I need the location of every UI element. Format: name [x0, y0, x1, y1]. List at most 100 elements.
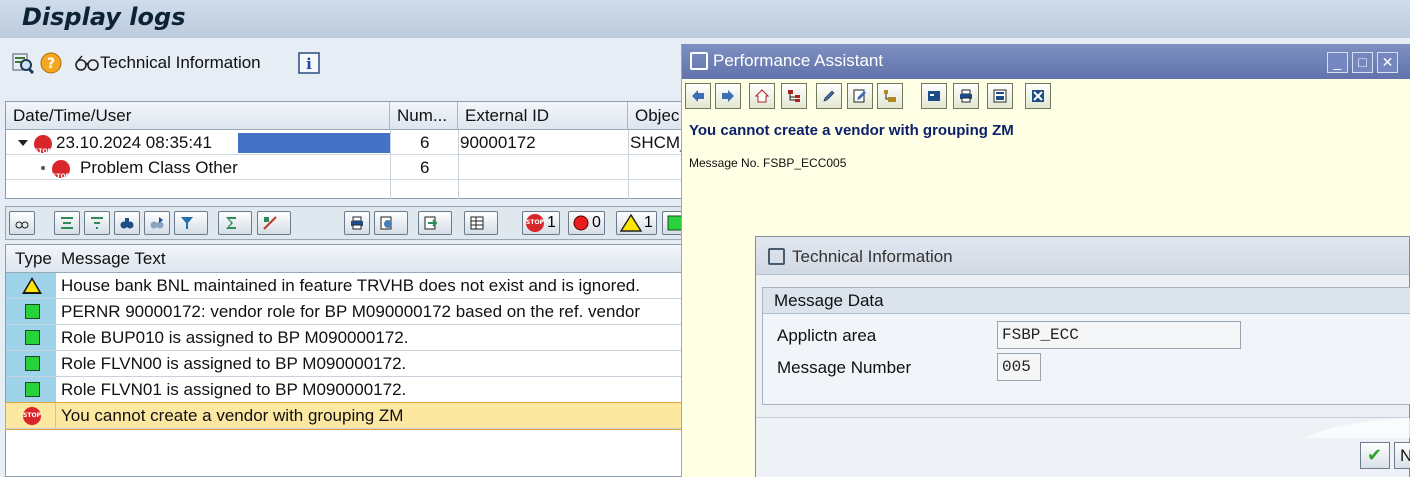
col-header-datetime[interactable]: Date/Time/User [6, 102, 390, 130]
technical-information-dialog: Technical Information Message Data Appli… [755, 236, 1410, 477]
close-button[interactable]: ✕ [1377, 52, 1398, 73]
arrow-left-icon [692, 90, 704, 102]
green-square-icon [25, 330, 40, 345]
info-icon: i [298, 52, 320, 74]
close-box-icon [1032, 90, 1044, 102]
message-table: Type Message Text House bank BNL maintai… [5, 244, 690, 477]
close-help-button[interactable] [1025, 83, 1051, 109]
print-button[interactable] [344, 211, 370, 235]
alv-toolbar: 1 0 1 [5, 206, 691, 240]
subtotal-icon [263, 216, 277, 230]
col-header-external-id[interactable]: External ID [458, 102, 628, 130]
message-row[interactable]: PERNR 90000172: vendor role for BP M0900… [6, 299, 689, 325]
page-title: Display logs [22, 3, 186, 31]
views-button[interactable] [374, 211, 408, 235]
warning-triangle-icon [22, 277, 42, 294]
tree-collapse-icon[interactable] [18, 131, 28, 155]
message-text: You cannot create a vendor with grouping… [61, 406, 404, 425]
stop-icon [52, 159, 70, 189]
technical-info-button[interactable] [921, 83, 947, 109]
log-tree-row[interactable]: Problem Class Other 6 [6, 156, 694, 189]
next-button[interactable]: N [1394, 442, 1410, 469]
alv-details-button[interactable] [9, 211, 35, 235]
stop-count: 0 [592, 214, 601, 231]
technical-information-button[interactable]: Technical Information [74, 52, 261, 74]
find-button[interactable] [114, 211, 140, 235]
technical-information-titlebar[interactable]: Technical Information [756, 237, 1409, 275]
message-row[interactable]: Role FLVN00 is assigned to BP M090000172… [6, 351, 689, 377]
edit-button[interactable] [816, 83, 842, 109]
message-number-field[interactable]: 005 [997, 353, 1041, 381]
sort-descending-icon [91, 217, 103, 229]
subtotal-button[interactable] [257, 211, 291, 235]
filter-stop-button[interactable]: 0 [568, 211, 605, 235]
help-button[interactable]: ? [40, 52, 62, 74]
filter-icon [181, 217, 193, 229]
layout-button[interactable] [464, 211, 498, 235]
green-square-icon [25, 304, 40, 319]
filter-errors-button[interactable]: 1 [522, 211, 560, 235]
confirm-button[interactable] [1360, 442, 1390, 469]
total-button[interactable] [218, 211, 252, 235]
stop-icon [34, 134, 52, 164]
svg-text:?: ? [47, 56, 55, 72]
col-header-message-text[interactable]: Message Text [61, 245, 166, 273]
home-button[interactable] [749, 83, 775, 109]
export-button[interactable] [418, 211, 452, 235]
magnifier-detail-icon [12, 53, 34, 74]
help-message-title: You cannot create a vendor with grouping… [689, 122, 1014, 139]
find-next-icon [150, 217, 164, 229]
arrow-right-icon [722, 90, 734, 102]
performance-assistant-titlebar[interactable]: Performance Assistant _ □ ✕ [682, 44, 1410, 79]
glossary-button[interactable] [987, 83, 1013, 109]
window-icon [768, 248, 785, 265]
filter-button[interactable] [174, 211, 208, 235]
message-row[interactable]: Role FLVN01 is assigned to BP M090000172… [6, 377, 689, 403]
help-message-number: Message No. FSBP_ECC005 [689, 156, 847, 170]
col-header-num[interactable]: Num... [390, 102, 458, 130]
filter-warnings-button[interactable]: 1 [616, 211, 657, 235]
layout-grid-icon [470, 216, 484, 230]
forward-button[interactable] [715, 83, 741, 109]
context-button[interactable] [877, 83, 903, 109]
minimize-button[interactable]: _ [1327, 52, 1348, 73]
structure-button[interactable] [781, 83, 807, 109]
find-next-button[interactable] [144, 211, 170, 235]
print-help-button[interactable] [953, 83, 979, 109]
back-button[interactable] [685, 83, 711, 109]
sort-descending-button[interactable] [84, 211, 110, 235]
error-count: 1 [547, 214, 556, 231]
message-data-group: Message Data Applictn area FSBP_ECC Mess… [762, 287, 1410, 405]
export-icon [424, 216, 438, 230]
tree-leaf-bullet-icon [39, 156, 47, 180]
glasses-icon [75, 55, 99, 71]
sigma-icon [226, 217, 236, 229]
message-table-header: Type Message Text [6, 245, 689, 273]
col-header-type[interactable]: Type [15, 245, 52, 273]
message-row[interactable]: House bank BNL maintained in feature TRV… [6, 273, 689, 299]
maximize-button[interactable]: □ [1352, 52, 1373, 73]
problem-class-num: 6 [420, 158, 430, 177]
message-text: Role FLVN01 is assigned to BP M090000172… [61, 380, 407, 399]
binoculars-icon [120, 218, 134, 229]
sap-screen: Display logs ? Technical Information i D… [0, 0, 1410, 477]
log-tree-row[interactable]: 23.10.2024 08:35:41 6 90000172 SHCM_ [6, 131, 694, 164]
info-button[interactable]: i [298, 52, 320, 74]
sort-ascending-button[interactable] [54, 211, 80, 235]
detail-button[interactable] [12, 52, 34, 74]
sort-ascending-icon [61, 217, 73, 229]
message-row[interactable]: Role BUP010 is assigned to BP M090000172… [6, 325, 689, 351]
glossary-icon [993, 89, 1007, 103]
performance-assistant-title: Performance Assistant [713, 51, 884, 70]
edit-long-text-button[interactable] [847, 83, 873, 109]
technical-information-title: Technical Information [792, 247, 953, 266]
message-text: PERNR 90000172: vendor role for BP M0900… [61, 302, 641, 321]
message-row-selected[interactable]: You cannot create a vendor with grouping… [5, 402, 690, 430]
log-tree-header: Date/Time/User Num... External ID Objec [6, 102, 694, 130]
title-bar: Display logs [0, 0, 1410, 38]
applictn-area-field[interactable]: FSBP_ECC [997, 321, 1241, 349]
message-text: House bank BNL maintained in feature TRV… [61, 276, 640, 295]
performance-assistant-toolbar [682, 79, 1410, 115]
technical-information-label: Technical Information [100, 53, 261, 72]
printer-icon [960, 89, 972, 103]
